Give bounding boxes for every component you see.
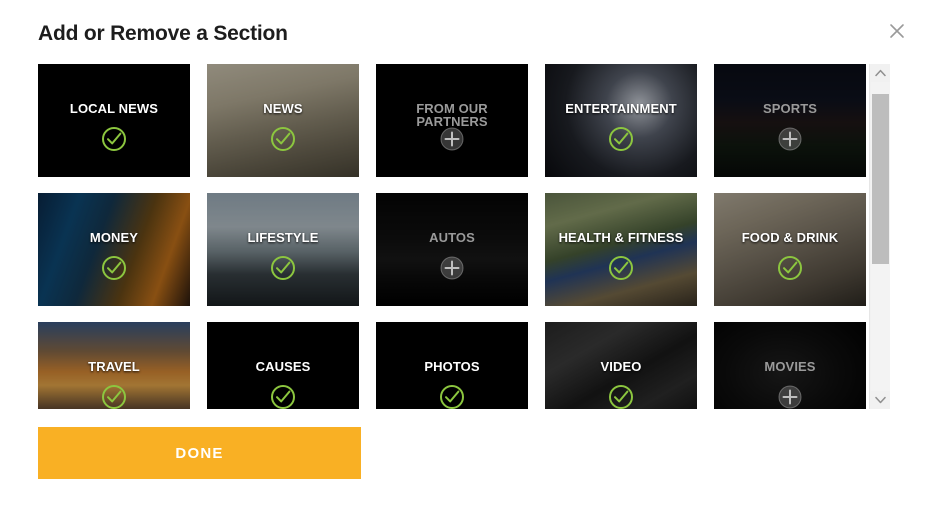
section-tile-label: MONEY — [89, 230, 139, 245]
sections-grid: LOCAL NEWS NEWS FROM OUR PARTNERS ENTERTAIN… — [38, 64, 868, 409]
section-tile-news[interactable]: NEWS — [207, 64, 359, 177]
section-tile-photos[interactable]: PHOTOS — [376, 322, 528, 409]
thumbnail-overlay — [714, 64, 866, 177]
section-tile-travel[interactable]: TRAVEL — [38, 322, 190, 409]
plus-circle-icon — [778, 385, 802, 409]
check-circle-icon — [271, 256, 295, 280]
check-circle-icon — [609, 256, 633, 280]
plus-circle-icon — [778, 127, 802, 151]
thumbnail-overlay — [545, 64, 697, 177]
section-tile-sports[interactable]: SPORTS — [714, 64, 866, 177]
section-toggle-selected[interactable] — [714, 255, 866, 281]
section-tile-label: FOOD & DRINK — [741, 230, 839, 245]
section-tile-label: ENTERTAINMENT — [565, 101, 677, 116]
page-title: Add or Remove a Section — [38, 22, 288, 45]
thumbnail-overlay — [38, 193, 190, 306]
section-tile-food-drink[interactable]: FOOD & DRINK — [714, 193, 866, 306]
section-toggle-selected[interactable] — [207, 126, 359, 152]
close-icon — [890, 24, 904, 38]
section-toggle-selected[interactable] — [545, 255, 697, 281]
check-circle-icon — [440, 385, 464, 409]
close-button[interactable] — [882, 16, 912, 46]
section-toggle-selected[interactable] — [38, 126, 190, 152]
plus-circle-icon — [440, 127, 464, 151]
section-tile-label: NEWS — [263, 101, 303, 116]
thumbnail-overlay — [207, 193, 359, 306]
thumbnail-overlay — [38, 64, 190, 177]
section-toggle-unselected[interactable] — [376, 255, 528, 281]
add-remove-section-dialog: Add or Remove a Section LOCAL NEWS NEWS FR… — [0, 0, 928, 520]
section-tile-label: AUTOS — [429, 230, 475, 245]
section-toggle-unselected[interactable] — [376, 126, 528, 152]
section-tile-local-news[interactable]: LOCAL NEWS — [38, 64, 190, 177]
section-tile-label: CAUSES — [255, 359, 311, 374]
section-tile-entertainment[interactable]: ENTERTAINMENT — [545, 64, 697, 177]
check-circle-icon — [102, 385, 126, 409]
section-tile-label: VIDEO — [600, 359, 642, 374]
check-circle-icon — [778, 256, 802, 280]
section-tile-label: MOVIES — [764, 359, 816, 374]
sections-scroll-viewport[interactable]: LOCAL NEWS NEWS FROM OUR PARTNERS ENTERTAIN… — [38, 64, 890, 409]
check-circle-icon — [271, 127, 295, 151]
section-tile-from-our-partners[interactable]: FROM OUR PARTNERS — [376, 64, 528, 177]
section-tile-label: TRAVEL — [88, 359, 140, 374]
plus-circle-icon — [440, 256, 464, 280]
section-toggle-unselected[interactable] — [714, 126, 866, 152]
check-circle-icon — [271, 385, 295, 409]
check-circle-icon — [609, 385, 633, 409]
thumbnail-overlay — [545, 193, 697, 306]
section-tile-health-fitness[interactable]: HEALTH & FITNESS — [545, 193, 697, 306]
section-toggle-selected[interactable] — [207, 255, 359, 281]
scrollbar-track[interactable] — [871, 82, 890, 391]
section-tile-label: LIFESTYLE — [247, 230, 319, 245]
section-toggle-selected[interactable] — [38, 255, 190, 281]
scroll-down-button[interactable] — [870, 391, 890, 409]
section-toggle-selected[interactable] — [376, 384, 528, 409]
section-tile-causes[interactable]: CAUSES — [207, 322, 359, 409]
scroll-up-button[interactable] — [870, 64, 890, 82]
section-toggle-selected[interactable] — [545, 384, 697, 409]
section-tile-money[interactable]: MONEY — [38, 193, 190, 306]
section-toggle-selected[interactable] — [207, 384, 359, 409]
section-tile-label: FROM OUR PARTNERS — [416, 101, 488, 129]
thumbnail-overlay — [207, 64, 359, 177]
section-tile-video[interactable]: VIDEO — [545, 322, 697, 409]
check-circle-icon — [102, 256, 126, 280]
thumbnail-overlay — [714, 193, 866, 306]
section-toggle-selected[interactable] — [545, 126, 697, 152]
check-circle-icon — [609, 127, 633, 151]
chevron-down-icon — [874, 396, 886, 404]
sections-scrollbar[interactable] — [869, 64, 890, 409]
section-tile-label: HEALTH & FITNESS — [558, 230, 684, 245]
check-circle-icon — [102, 127, 126, 151]
section-tile-label: PHOTOS — [424, 359, 480, 374]
section-toggle-unselected[interactable] — [714, 384, 866, 409]
section-tile-autos[interactable]: AUTOS — [376, 193, 528, 306]
section-tile-label: SPORTS — [762, 101, 818, 116]
chevron-up-icon — [874, 69, 886, 77]
thumbnail-overlay — [376, 193, 528, 306]
section-tile-lifestyle[interactable]: LIFESTYLE — [207, 193, 359, 306]
scrollbar-thumb[interactable] — [872, 94, 889, 265]
section-toggle-selected[interactable] — [38, 384, 190, 409]
done-button[interactable]: DONE — [38, 427, 361, 479]
section-tile-label: LOCAL NEWS — [69, 101, 159, 116]
section-tile-movies[interactable]: MOVIES — [714, 322, 866, 409]
